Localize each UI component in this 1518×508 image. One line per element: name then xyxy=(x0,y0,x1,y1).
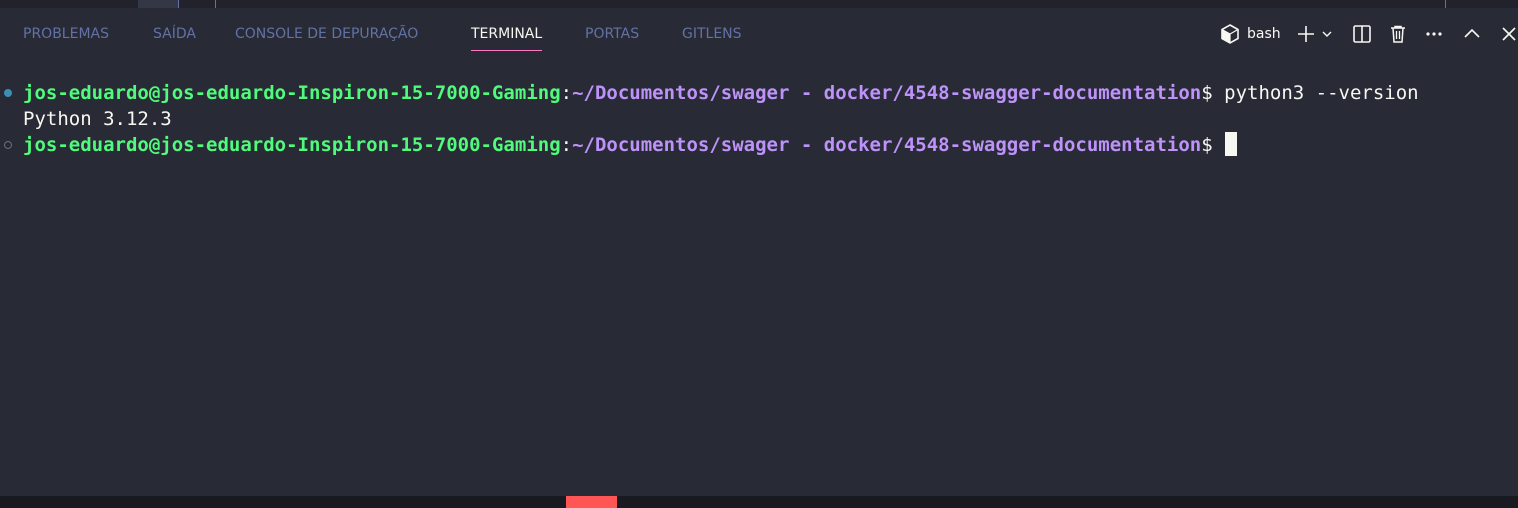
add-terminal-icon[interactable] xyxy=(1295,22,1317,46)
shell-name: bash xyxy=(1247,26,1281,42)
divider xyxy=(1445,0,1446,8)
prompt-symbol: $ xyxy=(1201,134,1213,156)
status-bar xyxy=(0,496,1518,508)
maximize-panel-icon[interactable] xyxy=(1461,22,1483,46)
close-panel-icon[interactable] xyxy=(1499,22,1518,46)
terminal-line: jos-eduardo@jos-eduardo-Inspiron-15-7000… xyxy=(0,80,1518,106)
terminal-cursor xyxy=(1224,132,1237,156)
trash-icon[interactable] xyxy=(1387,22,1409,46)
terminal-line: Python 3.12.3 xyxy=(0,106,1518,132)
terminal-panel: PROBLEMAS SAÍDA CONSOLE DE DEPURAÇÃO TER… xyxy=(0,8,1518,496)
terminal-line: jos-eduardo@jos-eduardo-Inspiron-15-7000… xyxy=(0,132,1518,158)
command-text: python3 --version xyxy=(1212,82,1419,104)
chevron-down-icon[interactable] xyxy=(1320,22,1334,46)
command-pending-decoration-icon[interactable] xyxy=(4,141,12,149)
status-error-indicator[interactable] xyxy=(566,496,617,508)
prompt-symbol: $ xyxy=(1201,82,1213,104)
editor-tab-stub xyxy=(138,0,178,8)
divider xyxy=(215,0,216,8)
divider xyxy=(178,0,179,8)
prompt-separator: : xyxy=(560,134,573,156)
prompt-path: ~/Documentos/swager - docker/4548-swagge… xyxy=(572,134,1202,156)
terminal-shell-selector[interactable]: bash xyxy=(1219,22,1285,46)
prompt-separator: : xyxy=(560,82,573,104)
prompt-user-host: jos-eduardo@jos-eduardo-Inspiron-15-7000… xyxy=(23,134,561,156)
panel-actions: bash xyxy=(0,8,1518,60)
more-actions-icon[interactable] xyxy=(1423,22,1445,46)
command-success-decoration-icon[interactable] xyxy=(4,89,12,97)
prompt-user-host: jos-eduardo@jos-eduardo-Inspiron-15-7000… xyxy=(23,82,561,104)
command-output: Python 3.12.3 xyxy=(23,108,172,130)
split-terminal-icon[interactable] xyxy=(1351,22,1373,46)
prompt-path: ~/Documentos/swager - docker/4548-swagge… xyxy=(572,82,1202,104)
terminal-bash-icon xyxy=(1219,23,1241,45)
editor-area-edge xyxy=(0,0,1518,8)
